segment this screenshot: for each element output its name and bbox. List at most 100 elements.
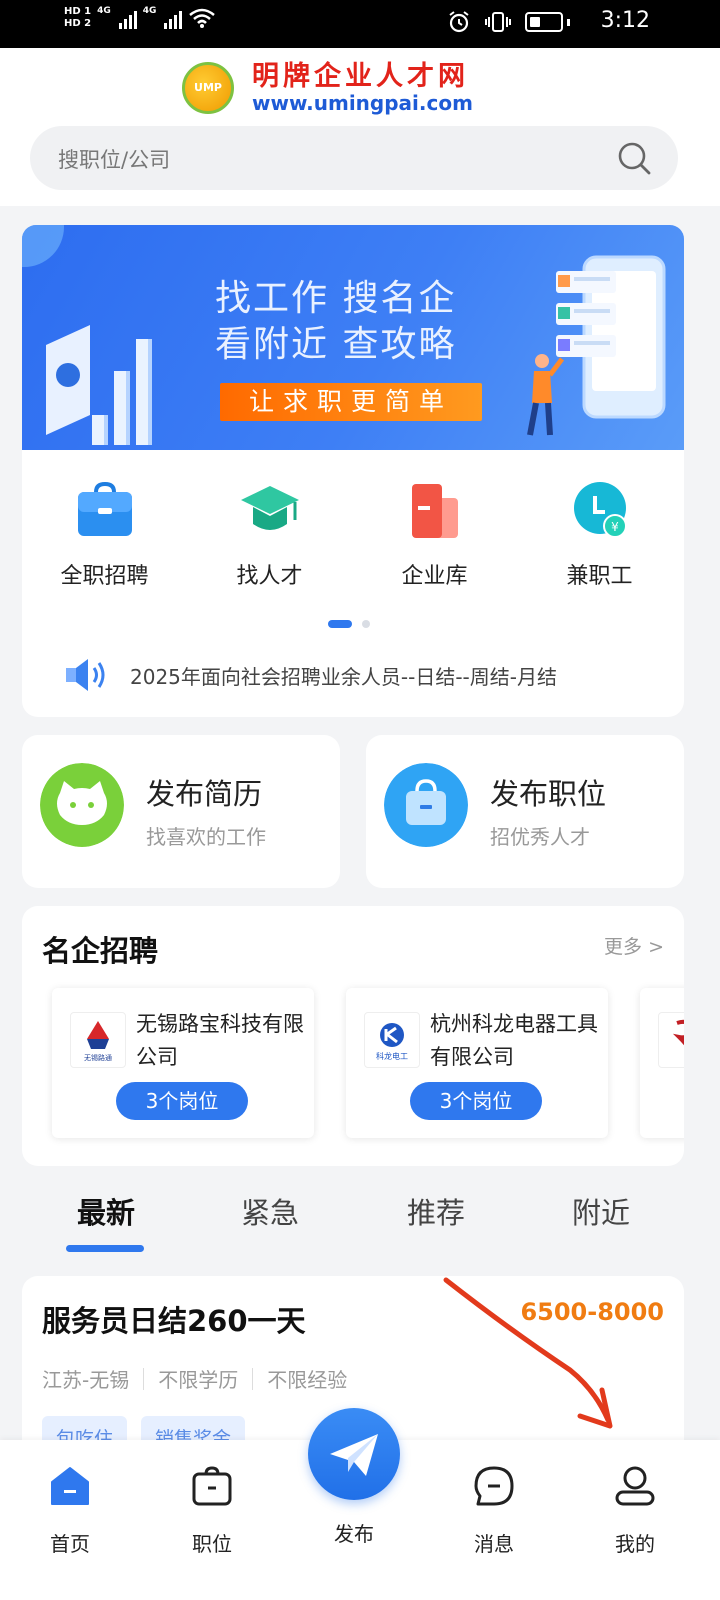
publish-resume-card[interactable]: 发布简历 找喜欢的工作 <box>22 735 340 888</box>
publish-job-title: 发布职位 <box>490 777 607 811</box>
paper-plane-icon <box>330 1434 378 1476</box>
chart-illustration-icon <box>46 325 152 445</box>
job-experience: 不限经验 <box>267 1368 348 1392</box>
notice-bar[interactable]: 2025年面向社会招聘业余人员--日结--周结-月结 <box>62 655 557 695</box>
publish-job-card[interactable]: 发布职位 招优秀人才 <box>366 735 684 888</box>
banner-line-2: 看附近 查攻略 <box>215 324 457 365</box>
company-card[interactable]: 科龙电工 杭州科龙电器工具有限公司 3个岗位 <box>346 988 608 1138</box>
company-card[interactable]: 无锡路通 无锡路宝科技有限公司 3个岗位 <box>52 988 314 1138</box>
home-icon <box>51 1467 89 1505</box>
tab-latest[interactable]: 最新 <box>36 1190 176 1232</box>
category-label: 找人才 <box>236 564 303 589</box>
search-icon[interactable] <box>616 140 652 176</box>
logo-text: 明牌企业人才网 www.umingpai.com <box>252 61 473 115</box>
status-bar: HD 1 HD 2 4G 4G 3:12 <box>0 0 720 48</box>
nav-label: 职位 <box>192 1532 232 1556</box>
job-title: 服务员日结260一天 <box>42 1304 306 1338</box>
wifi-icon <box>189 8 216 28</box>
nav-home[interactable]: 首页 <box>20 1464 120 1557</box>
position-count-badge[interactable]: 3个岗位 <box>116 1082 248 1120</box>
banner-cta: 让求职更简单 <box>220 383 482 421</box>
publish-resume-title: 发布简历 <box>146 777 263 811</box>
hd1-indicator: HD 1 <box>64 6 92 17</box>
category-label: 全职招聘 <box>60 564 149 589</box>
app-header: UMP 明牌企业人才网 www.umingpai.com 搜职位/公司 <box>0 48 720 206</box>
company-logo-icon: 无锡路通 <box>84 1021 112 1062</box>
category-parttime[interactable]: ¥ 兼职工 <box>517 480 682 590</box>
signal-icon-2 <box>164 7 183 29</box>
briefcase-icon <box>192 1466 232 1506</box>
publish-button[interactable] <box>308 1408 400 1500</box>
category-fulltime[interactable]: 全职招聘 <box>22 480 187 590</box>
promo-banner[interactable]: 找工作 搜名企 看附近 查攻略 让求职更简单 <box>22 225 684 450</box>
divider <box>143 1367 145 1390</box>
signal-icon <box>118 7 137 29</box>
briefcase-icon <box>77 481 132 536</box>
position-count-badge[interactable]: 3个岗位 <box>410 1082 542 1120</box>
company-logo <box>658 1012 684 1068</box>
more-link[interactable]: 更多 > <box>604 932 664 959</box>
nav-profile[interactable]: 我的 <box>585 1464 685 1557</box>
logo-url: www.umingpai.com <box>252 91 473 115</box>
company-logo-caption: 无锡路通 <box>84 1053 112 1062</box>
chat-icon <box>474 1466 514 1506</box>
carousel-dot <box>362 620 370 628</box>
site-logo: UMP 明牌企业人才网 www.umingpai.com <box>182 62 473 114</box>
category-row: 全职招聘 找人才 企业库 ¥ 兼职工 <box>22 480 684 590</box>
publish-resume-subtitle: 找喜欢的工作 <box>146 825 266 849</box>
company-logo-caption: 科龙电工 <box>376 1051 408 1061</box>
tab-recommended[interactable]: 推荐 <box>366 1190 506 1232</box>
category-companies[interactable]: 企业库 <box>352 480 517 590</box>
company-logo-icon: 科龙电工 <box>376 1023 408 1061</box>
logo-name: 明牌企业人才网 <box>252 61 469 92</box>
status-right-icons <box>447 10 570 34</box>
nav-label: 首页 <box>50 1532 90 1556</box>
cat-face-icon <box>40 763 124 847</box>
phone-illustration-icon <box>527 255 666 436</box>
banner-decoration <box>22 225 64 267</box>
section-title: 名企招聘 <box>42 934 159 968</box>
tab-urgent[interactable]: 紧急 <box>200 1190 340 1232</box>
category-talent[interactable]: 找人才 <box>187 480 352 590</box>
category-label: 兼职工 <box>566 564 633 589</box>
svg-text:¥: ¥ <box>611 520 619 534</box>
company-logo: 无锡路通 <box>70 1012 126 1068</box>
publish-job-subtitle: 招优秀人才 <box>490 825 590 849</box>
job-meta: 江苏-无锡 不限学历 不限经验 <box>42 1364 347 1393</box>
network-type-1: 4G <box>97 6 111 16</box>
alarm-icon <box>449 11 469 33</box>
notice-text: 2025年面向社会招聘业余人员--日结--周结-月结 <box>130 664 557 689</box>
search-placeholder: 搜职位/公司 <box>58 148 171 172</box>
nav-messages[interactable]: 消息 <box>444 1464 544 1557</box>
carousel-dot-active <box>328 620 352 628</box>
nav-jobs[interactable]: 职位 <box>162 1464 262 1557</box>
company-name: 杭州科龙电器工具有限公司 <box>430 1012 598 1069</box>
network-type-2: 4G <box>142 6 157 16</box>
vibrate-icon <box>485 12 511 32</box>
nav-label: 发布 <box>334 1522 374 1546</box>
search-input[interactable]: 搜职位/公司 <box>30 126 678 190</box>
job-tabs: 最新 紧急 推荐 附近 <box>0 1170 720 1270</box>
company-name: 无锡路宝科技有限公司 <box>136 1012 304 1069</box>
speaker-icon <box>66 659 105 691</box>
company-logo-icon <box>672 1019 684 1046</box>
clock: 3:12 <box>600 8 650 33</box>
divider <box>252 1367 254 1390</box>
user-icon <box>615 1466 655 1506</box>
status-left: HD 1 HD 2 4G 4G <box>64 6 216 30</box>
clock-yuan-icon: ¥ <box>573 482 627 538</box>
nav-label: 消息 <box>474 1532 514 1556</box>
job-salary: 6500-8000 <box>520 1298 664 1326</box>
home-card: 找工作 搜名企 看附近 查攻略 让求职更简单 全职招聘 找人才 企业库 ¥ 兼职… <box>22 225 684 717</box>
nav-label: 我的 <box>615 1532 655 1556</box>
building-icon <box>411 484 458 538</box>
company-logo: 科龙电工 <box>364 1012 420 1068</box>
tab-nearby[interactable]: 附近 <box>531 1190 671 1232</box>
category-label: 企业库 <box>401 564 468 589</box>
job-location: 江苏-无锡 <box>42 1368 130 1392</box>
bottom-navigation: 首页 职位 发布 消息 我的 <box>0 1408 720 1600</box>
battery-icon <box>525 12 563 32</box>
carousel-indicator <box>328 620 370 628</box>
logo-badge: UMP <box>182 62 234 114</box>
company-card-partial[interactable] <box>640 988 684 1138</box>
